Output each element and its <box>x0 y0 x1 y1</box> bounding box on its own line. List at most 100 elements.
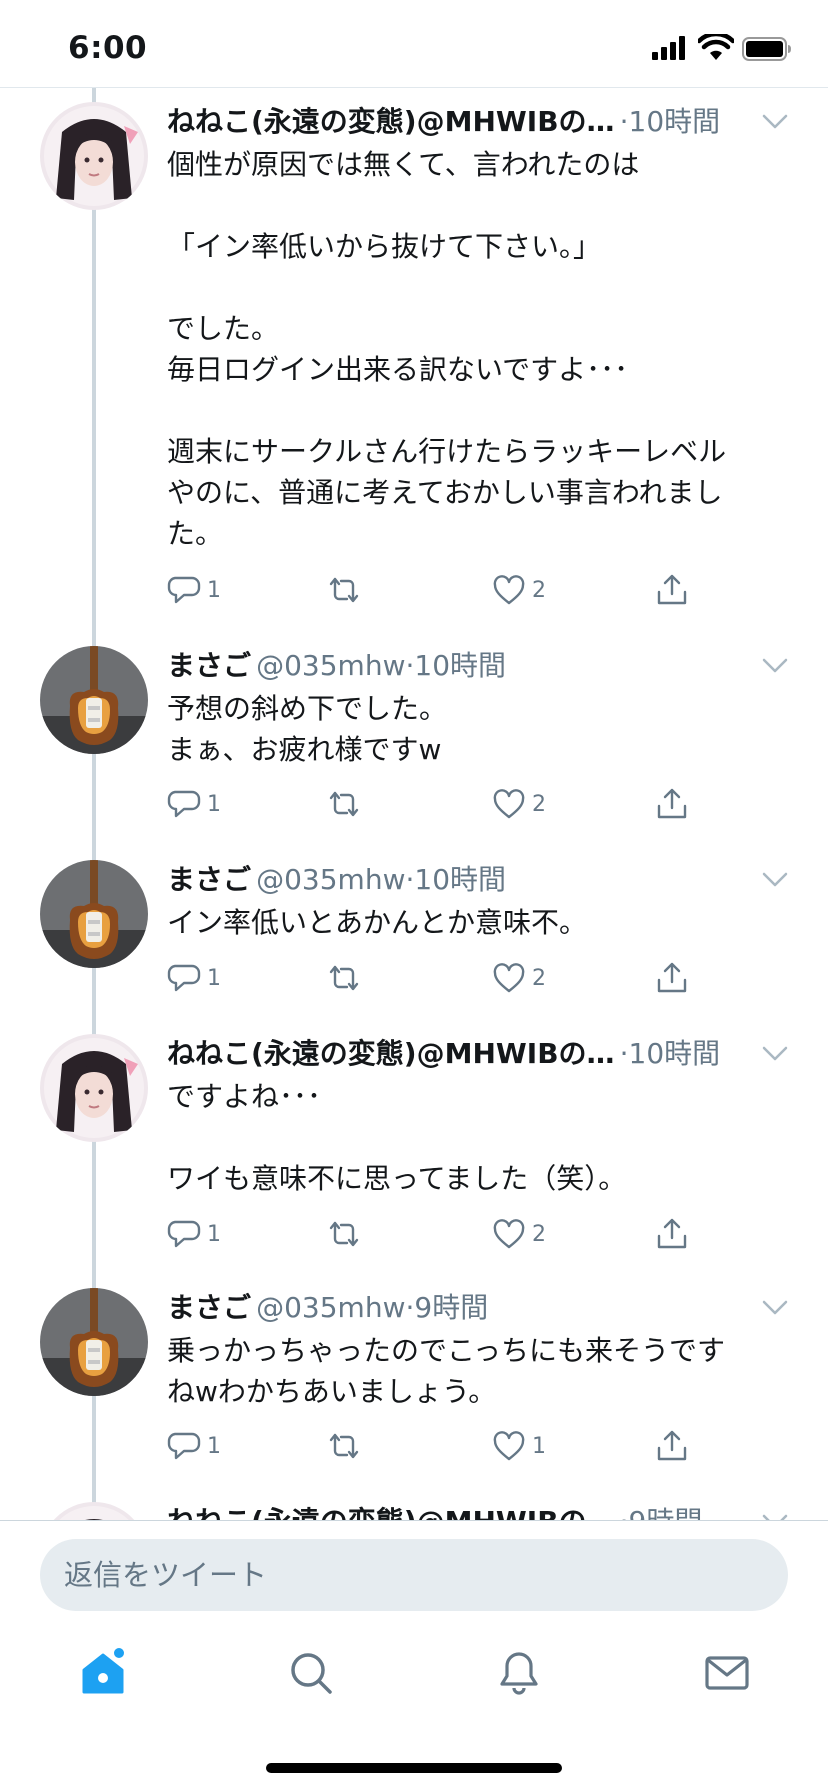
author-name[interactable]: まさご <box>167 863 251 896</box>
like-count: 2 <box>532 577 546 603</box>
reply-icon <box>167 1432 201 1460</box>
home-indicator[interactable] <box>266 1763 562 1773</box>
retweet-icon <box>329 577 359 603</box>
reply-thread[interactable]: ねねこ(永遠の変態)@MHWIBの… ·10時間 個性が原因では無くて、言われた… <box>0 88 828 1520</box>
tweet[interactable]: ねねこ(永遠の変態)@MHWIBの… ·9時間 <box>0 1492 828 1520</box>
share-button[interactable] <box>655 570 689 610</box>
author-handle[interactable]: @035mhw <box>256 649 405 682</box>
share-button[interactable] <box>655 1214 689 1254</box>
avatar-nenenco[interactable] <box>40 1502 148 1520</box>
tweet-actions: 1 2 <box>167 784 727 824</box>
tweet-text-line: ですよね･･･ <box>167 1080 322 1113</box>
separator-dot: · <box>619 105 629 138</box>
heart-icon <box>493 1431 525 1461</box>
tweet-time: 10時間 <box>628 1037 721 1070</box>
tweet-header: まさご @035mhw·10時間 <box>167 644 738 684</box>
reply-button[interactable]: 1 <box>167 1214 221 1254</box>
reply-count: 1 <box>207 1221 221 1247</box>
author-handle[interactable]: @035mhw <box>256 1291 405 1324</box>
tweet[interactable]: まさご @035mhw·10時間 予想の斜め下でした。 まぁ、お疲れ様ですw 1… <box>0 636 828 832</box>
tweet[interactable]: ねねこ(永遠の変態)@MHWIBの… ·10時間 ですよね･･･ ワイも意味不に… <box>0 1024 828 1262</box>
notifications-icon <box>500 1652 538 1695</box>
avatar-nenenco[interactable] <box>40 102 148 210</box>
retweet-icon <box>329 1433 359 1459</box>
search-icon <box>291 1653 332 1694</box>
tweet-header: まさご @035mhw·10時間 <box>167 858 738 898</box>
tweet-body: 乗っかっちゃったのでこっちにも来そうです ねwわかちあいましょう。 <box>167 1330 777 1412</box>
tweet-text-line <box>167 390 777 431</box>
tab-search[interactable] <box>286 1648 346 1708</box>
separator-dot: · <box>620 1505 629 1520</box>
avatar-masago[interactable] <box>40 646 148 754</box>
cellular-signal-icon <box>652 36 685 60</box>
retweet-button[interactable] <box>327 784 367 824</box>
tweet-text-line: やのに、普通に考えておかしい事言われまし <box>167 476 723 509</box>
tweet-actions: 1 1 <box>167 1426 727 1466</box>
share-button[interactable] <box>655 1426 689 1466</box>
like-count: 2 <box>532 965 546 991</box>
share-button[interactable] <box>655 958 689 998</box>
retweet-icon <box>329 791 359 817</box>
avatar-nenenco[interactable] <box>40 1034 148 1142</box>
tweet-time: 10時間 <box>628 105 721 138</box>
reply-icon <box>167 964 201 992</box>
tweet-text-line: 個性が原因では無くて、言われたのは <box>167 148 640 181</box>
chevron-down-icon[interactable] <box>762 1046 788 1062</box>
author-name[interactable]: まさご <box>167 1291 251 1324</box>
avatar-masago[interactable] <box>40 1288 148 1396</box>
tweet-text-line: 予想の斜め下でした。 <box>167 692 448 725</box>
tweet-text-line <box>167 267 777 308</box>
chevron-down-icon[interactable] <box>762 114 788 130</box>
avatar-masago[interactable] <box>40 860 148 968</box>
share-icon <box>657 788 687 819</box>
tweet-header: ねねこ(永遠の変態)@MHWIBの… ·10時間 <box>167 1032 738 1072</box>
like-button[interactable]: 2 <box>492 570 546 610</box>
share-button[interactable] <box>655 784 689 824</box>
tab-home[interactable] <box>78 1648 138 1708</box>
wifi-icon <box>698 34 734 60</box>
like-button[interactable]: 2 <box>492 784 546 824</box>
tweet-body: 個性が原因では無くて、言われたのは 「イン率低いから抜けて下さい。」 でした。 … <box>167 144 777 554</box>
chevron-down-icon[interactable] <box>762 872 788 888</box>
tweet-text-line: 乗っかっちゃったのでこっちにも来そうです <box>167 1334 726 1367</box>
tweet-header: ねねこ(永遠の変態)@MHWIBの… ·10時間 <box>167 100 738 140</box>
retweet-button[interactable] <box>327 1426 367 1466</box>
tweet[interactable]: まさご @035mhw·9時間 乗っかっちゃったのでこっちにも来そうです ねwわ… <box>0 1278 828 1478</box>
retweet-button[interactable] <box>327 570 367 610</box>
battery-icon <box>742 37 791 61</box>
like-count: 2 <box>532 1221 546 1247</box>
author-name[interactable]: ねねこ(永遠の変態)@MHWIBの… <box>167 105 615 138</box>
reply-button[interactable]: 1 <box>167 958 221 998</box>
chevron-down-icon[interactable] <box>762 658 788 674</box>
retweet-button[interactable] <box>327 958 367 998</box>
reply-button[interactable]: 1 <box>167 570 221 610</box>
tweet[interactable]: ねねこ(永遠の変態)@MHWIBの… ·10時間 個性が原因では無くて、言われた… <box>0 92 828 628</box>
tab-notifications[interactable] <box>494 1648 554 1708</box>
like-button[interactable]: 2 <box>492 958 546 998</box>
reply-button[interactable]: 1 <box>167 784 221 824</box>
share-icon <box>657 1430 687 1461</box>
author-handle[interactable]: @035mhw <box>256 863 405 896</box>
tweet[interactable]: まさご @035mhw·10時間 イン率低いとあかんとか意味不。 1 2 <box>0 850 828 1010</box>
messages-icon <box>705 1656 749 1690</box>
tweet-header: ねねこ(永遠の変態)@MHWIBの… ·9時間 <box>167 1500 738 1520</box>
reply-icon <box>167 1220 201 1248</box>
reply-button[interactable]: 1 <box>167 1426 221 1466</box>
tweet-text-line <box>167 185 777 226</box>
author-name[interactable]: まさご <box>167 649 251 682</box>
tab-messages[interactable] <box>702 1648 762 1708</box>
author-name[interactable]: ねねこ(永遠の変態)@MHWIBの… <box>167 1037 615 1070</box>
tweet-actions: 1 2 <box>167 570 727 610</box>
retweet-icon <box>329 1221 359 1247</box>
tweet-time: 10時間 <box>414 863 507 896</box>
reply-icon <box>167 576 201 604</box>
tweet-text-line: 週末にサークルさん行けたらラッキーレベル <box>167 435 727 468</box>
chevron-down-icon[interactable] <box>762 1300 788 1316</box>
like-button[interactable]: 2 <box>492 1214 546 1254</box>
reply-icon <box>167 790 201 818</box>
retweet-button[interactable] <box>327 1214 367 1254</box>
status-bar: 6:00 <box>0 0 828 88</box>
like-button[interactable]: 1 <box>492 1426 546 1466</box>
author-name[interactable]: ねねこ(永遠の変態)@MHWIBの… <box>167 1505 615 1520</box>
reply-input[interactable] <box>40 1539 788 1611</box>
